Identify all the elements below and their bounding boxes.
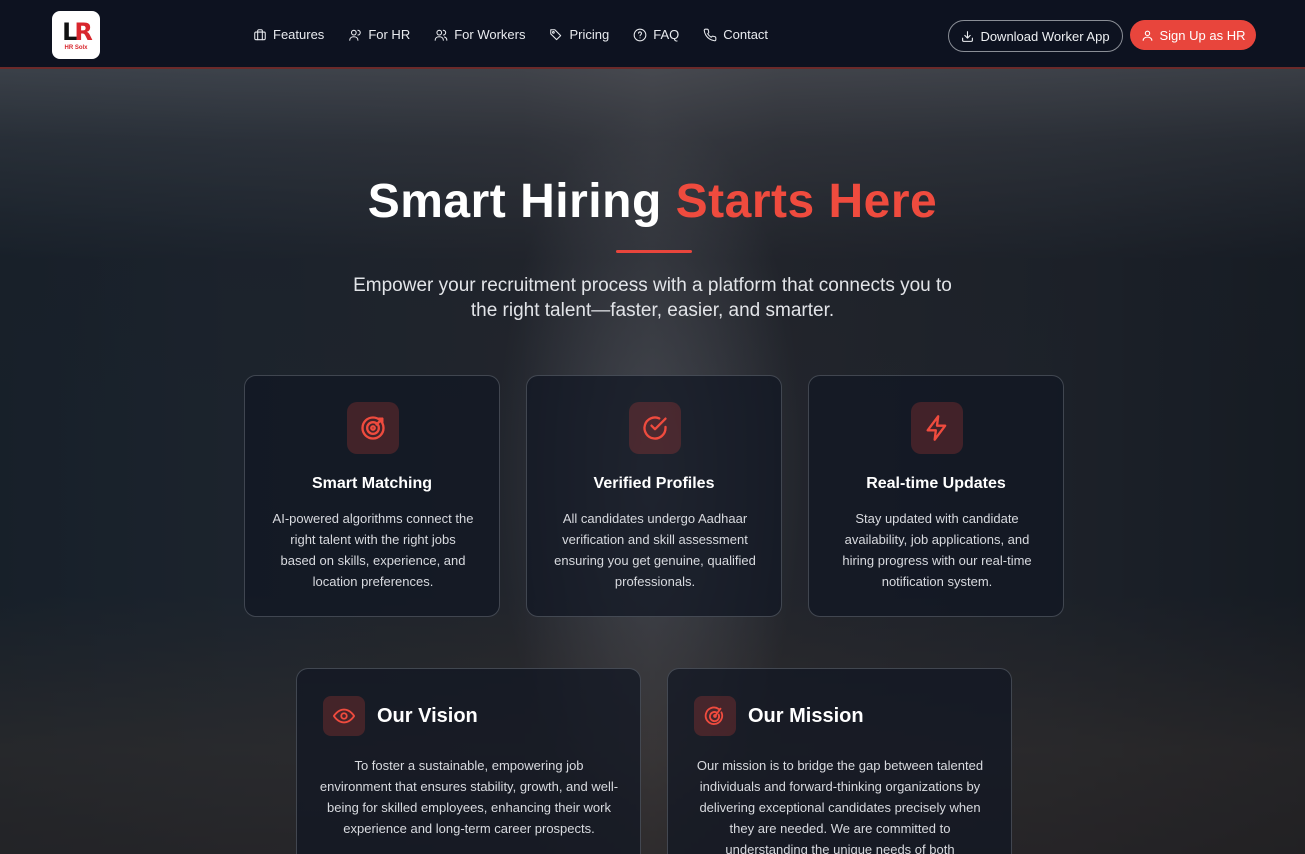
card-icon-box: [629, 402, 681, 454]
target-icon: [361, 416, 385, 440]
logo-mark: LR: [62, 17, 93, 46]
card-title: Verified Profiles: [593, 475, 715, 492]
card-description: Stay updated with candidate availability…: [842, 511, 1032, 589]
download-icon: [962, 30, 974, 42]
user-icon: [1142, 30, 1152, 41]
card-title: Real-time Updates: [866, 475, 1006, 492]
nav-link-label: Features: [273, 27, 325, 42]
card-icon-box: [347, 402, 399, 454]
nav-link-faq[interactable]: FAQ: [633, 27, 679, 42]
vm-icon-box: [323, 696, 365, 736]
hero-subtitle: Empower your recruitment process with a …: [353, 275, 952, 321]
mission-text: Our mission is to bridge the gap between…: [696, 758, 984, 854]
nav-link-for-workers[interactable]: For Workers: [434, 27, 525, 42]
eye-icon: [333, 708, 355, 724]
user-icon: [349, 29, 362, 41]
sign-up-hr-button[interactable]: Sign Up as HR: [1130, 20, 1256, 50]
nav-link-label: For HR: [368, 27, 411, 42]
radar-icon: [704, 706, 724, 725]
feature-card-realtime-updates: Real-time Updates Stay updated with cand…: [808, 375, 1064, 617]
card-description: AI-powered algorithms connect the right …: [272, 511, 474, 589]
nav-link-label: Pricing: [569, 27, 610, 42]
card-title: Smart Matching: [311, 475, 432, 492]
download-worker-app-button[interactable]: Download Worker App: [948, 20, 1123, 52]
nav-link-label: FAQ: [653, 27, 680, 42]
mission-title: Our Mission: [748, 705, 864, 727]
vm-icon-box: [694, 696, 736, 736]
download-button-label: Download Worker App: [980, 28, 1110, 44]
vision-card: Our Vision To foster a sustainable, empo…: [296, 668, 641, 854]
lightning-icon: [926, 415, 947, 441]
nav-link-label: For Workers: [454, 27, 526, 42]
vision-title: Our Vision: [377, 705, 478, 727]
card-description: All candidates undergo Aadhaar verificat…: [554, 511, 756, 589]
users-icon: [434, 29, 448, 41]
hero-title-main: Smart Hiring: [367, 175, 662, 228]
nav-link-features[interactable]: Features: [253, 27, 324, 42]
hero-title-accent: Starts Here: [675, 175, 938, 228]
logo-subtitle: HR Solx: [64, 44, 88, 51]
vision-text: To foster a sustainable, empowering job …: [319, 758, 619, 836]
phone-icon: [703, 28, 717, 41]
tag-icon: [550, 28, 562, 40]
check-circle-icon: [643, 416, 667, 440]
nav-link-label: Contact: [723, 27, 769, 42]
help-circle-icon: [633, 28, 647, 41]
mission-card: Our Mission Our mission is to bridge the…: [667, 668, 1012, 854]
feature-card-smart-matching: Smart Matching AI-powered algorithms con…: [244, 375, 500, 617]
hero-divider: [616, 250, 692, 253]
brand-logo[interactable]: LR HR Solx: [52, 11, 100, 59]
feature-card-verified-profiles: Verified Profiles All candidates undergo…: [526, 375, 782, 617]
signup-button-label: Sign Up as HR: [1159, 27, 1246, 43]
nav-link-contact[interactable]: Contact: [703, 27, 768, 42]
top-navbar: LR HR Solx Features For HR For Workers P…: [0, 0, 1305, 69]
main-nav: Features For HR For Workers Pricing FAQ …: [253, 0, 792, 69]
briefcase-icon: [254, 28, 266, 40]
nav-link-pricing[interactable]: Pricing: [549, 27, 609, 42]
nav-link-for-hr[interactable]: For HR: [348, 27, 410, 42]
hero-title: Smart Hiring Starts Here: [0, 174, 1305, 229]
card-icon-box: [911, 402, 963, 454]
